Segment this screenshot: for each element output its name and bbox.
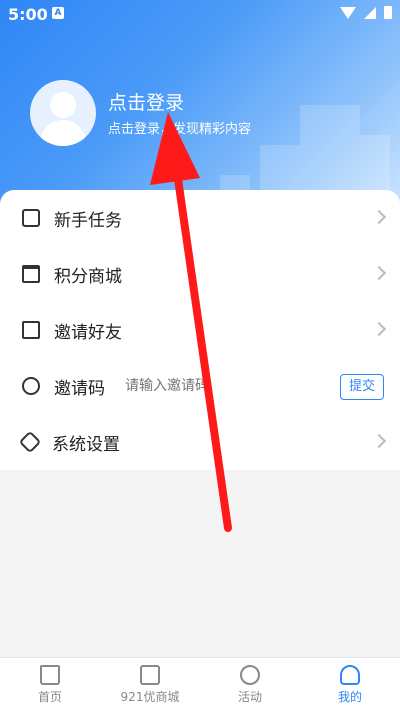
nav-label: 活动 bbox=[237, 690, 262, 704]
signal-icon bbox=[364, 6, 376, 19]
menu-item-invite-friends[interactable]: 邀请好友 bbox=[0, 302, 400, 358]
gift-icon bbox=[140, 665, 160, 685]
status-bar: 5:00 A bbox=[0, 0, 400, 28]
person-icon bbox=[340, 665, 360, 685]
menu-item-label: 系统设置 bbox=[52, 434, 120, 455]
nav-label: 首页 bbox=[37, 690, 62, 704]
wifi-icon bbox=[340, 6, 356, 19]
avatar[interactable] bbox=[30, 80, 96, 146]
nav-tab-mall[interactable]: 921优商城 bbox=[100, 658, 200, 712]
key-icon bbox=[22, 377, 40, 395]
menu-item-settings[interactable]: 系统设置 bbox=[0, 414, 400, 470]
login-subtitle[interactable]: 点击登录，发现精彩内容 bbox=[108, 118, 251, 137]
submit-button[interactable]: 提交 bbox=[339, 374, 384, 400]
menu-item-novice-tasks[interactable]: 新手任务 bbox=[0, 190, 400, 246]
nav-tab-mine[interactable]: 我的 bbox=[300, 658, 400, 712]
status-time: 5:00 bbox=[8, 5, 48, 24]
bottom-nav: 首页 921优商城 活动 我的 bbox=[0, 657, 400, 712]
nav-label: 我的 bbox=[337, 690, 362, 704]
login-title[interactable]: 点击登录 bbox=[108, 88, 184, 115]
clipboard-check-icon bbox=[22, 209, 40, 227]
gear-icon bbox=[18, 430, 42, 454]
avatar-head bbox=[50, 92, 76, 118]
envelope-icon bbox=[22, 321, 40, 339]
chevron-right-icon bbox=[371, 265, 387, 281]
menu-item-invite-code: 邀请码 提交 bbox=[0, 358, 400, 414]
chevron-right-icon bbox=[371, 209, 387, 225]
menu-item-label: 新手任务 bbox=[54, 210, 122, 231]
menu-list: 新手任务 积分商城 邀请好友 邀请码 提交 系统设置 bbox=[0, 190, 400, 470]
home-icon bbox=[40, 665, 60, 685]
notification-icon: A bbox=[52, 7, 64, 19]
nav-label: 921优商城 bbox=[120, 690, 180, 704]
nav-tab-home[interactable]: 首页 bbox=[0, 658, 100, 712]
menu-item-label: 邀请好友 bbox=[54, 322, 122, 343]
status-icons bbox=[340, 6, 392, 19]
invite-code-label: 邀请码 bbox=[54, 378, 105, 399]
profile-header: 5:00 A 点击登录 点击登录，发现精彩内容 bbox=[0, 0, 400, 215]
invite-code-input[interactable] bbox=[123, 377, 222, 395]
atom-icon bbox=[240, 665, 260, 685]
battery-icon bbox=[384, 6, 392, 19]
menu-item-label: 积分商城 bbox=[54, 266, 122, 287]
chevron-right-icon bbox=[371, 321, 387, 337]
nav-tab-activity[interactable]: 活动 bbox=[200, 658, 300, 712]
store-icon bbox=[22, 265, 40, 283]
chevron-right-icon bbox=[371, 433, 387, 449]
menu-item-points-mall[interactable]: 积分商城 bbox=[0, 246, 400, 302]
avatar-body bbox=[40, 120, 86, 146]
